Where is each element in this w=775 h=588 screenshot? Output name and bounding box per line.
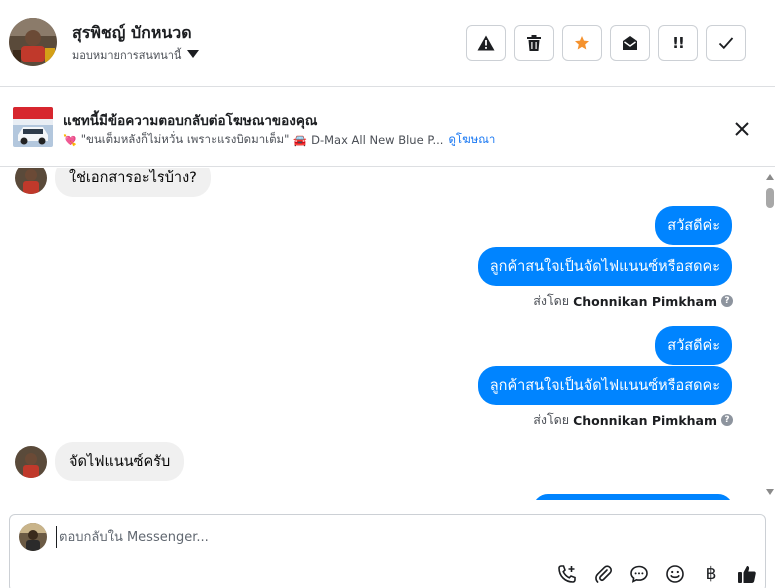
attach-button[interactable] (590, 561, 616, 587)
report-spam-button[interactable] (466, 25, 506, 61)
message-bubble-incoming: ใช่เอกสารอะไรบ้าง? (55, 168, 211, 197)
page-avatar (19, 523, 47, 551)
message-thread: ใช่เอกสารอะไรบ้าง? สวัสดีค่ะ ลูกค้าสนใจเ… (0, 168, 764, 500)
ad-reply-banner: แชทนี้มีข้อความตอบกลับต่อโฆษณาของคุณ 💘 "… (0, 88, 775, 167)
reply-composer: ฿ (9, 514, 766, 588)
star-button[interactable] (562, 25, 602, 61)
sent-by-label: ส่งโดย Chonnikan Pimkham ? (533, 291, 733, 311)
car-emoji-icon: 🚘 (293, 133, 308, 147)
like-button[interactable] (734, 561, 760, 587)
sent-by-prefix: ส่งโดย (533, 293, 570, 308)
sent-by-agent-name: Chonnikan Pimkham (573, 412, 717, 428)
paperclip-icon (595, 565, 612, 583)
sent-by-agent-name: Chonnikan Pimkham (573, 293, 717, 309)
message-bubble-outgoing: ลูกค้าสนใจเป็นจัดไฟแนนซ์หรือสดคะ (477, 247, 732, 286)
sent-by-prefix: ส่งโดย (533, 412, 570, 427)
mark-unread-button[interactable] (610, 25, 650, 61)
incoming-message: ใช่เอกสารอะไรบ้าง? (15, 168, 211, 197)
composer-actions: ฿ (554, 561, 760, 587)
assign-label: มอบหมายการสนทนานี้ (72, 49, 182, 62)
ad-thumbnail[interactable] (13, 107, 53, 147)
check-icon (718, 37, 734, 50)
conversation-toolbar: !! (466, 25, 746, 61)
trash-icon (527, 35, 541, 51)
scroll-down-arrow-icon[interactable] (766, 489, 774, 495)
scrollbar-thumb[interactable] (766, 188, 774, 208)
mark-done-button[interactable] (706, 25, 746, 61)
ad-name: D-Max All New Blue P... (311, 133, 444, 147)
follow-up-button[interactable]: !! (658, 25, 698, 61)
open-envelope-icon (623, 36, 637, 50)
follow-up-icon: !! (672, 34, 685, 52)
ad-quote: "ขนเต็มหลังก็ไม่หวั่น เพราะแรงบิดมาเต็ม" (80, 132, 290, 146)
caret-down-icon (187, 50, 200, 58)
chat-bubble-icon (630, 565, 648, 583)
message-bubble-incoming: จัดไฟแนนซ์ครับ (55, 442, 185, 481)
incoming-message: จัดไฟแนนซ์ครับ (15, 442, 185, 481)
sent-by-label: ส่งโดย Chonnikan Pimkham ? (533, 410, 733, 430)
payment-button[interactable]: ฿ (698, 561, 724, 587)
reply-input[interactable] (56, 526, 656, 548)
message-bubble-outgoing: ลูกค้าสนใจเป็นจัดไฟแนนซ์หรือสดคะ (477, 366, 732, 405)
thread-scrollbar[interactable] (764, 168, 775, 500)
emoji-button[interactable] (662, 561, 688, 587)
saved-replies-button[interactable] (626, 561, 652, 587)
star-icon (575, 36, 589, 50)
contact-avatar[interactable] (9, 18, 57, 66)
contact-name[interactable]: สุรพิชญ์ บักหนวด (72, 21, 192, 46)
message-bubble-outgoing: สวัสดีค่ะ (655, 206, 732, 245)
phone-plus-icon (558, 565, 576, 583)
warning-icon (477, 35, 495, 51)
ad-banner-title: แชทนี้มีข้อความตอบกลับต่อโฆษณาของคุณ (63, 113, 318, 129)
assign-conversation-dropdown[interactable]: มอบหมายการสนทนานี้ (72, 46, 200, 64)
view-ad-link[interactable]: ดูโฆษณา (448, 131, 495, 149)
close-icon[interactable] (732, 119, 752, 139)
call-button[interactable] (554, 561, 580, 587)
heart-emoji-icon: 💘 (63, 133, 77, 147)
delete-button[interactable] (514, 25, 554, 61)
smiley-icon (666, 565, 684, 583)
message-bubble-outgoing: สวัสดีค่ะ (655, 326, 732, 365)
baht-icon: ฿ (705, 564, 717, 584)
help-icon[interactable]: ? (721, 295, 733, 307)
message-bubble-outgoing-partial (533, 494, 733, 500)
conversation-header: สุรพิชญ์ บักหนวด มอบหมายการสนทนานี้ !! (0, 0, 775, 87)
contact-avatar-small (15, 168, 47, 194)
help-icon[interactable]: ? (721, 414, 733, 426)
contact-avatar-small (15, 445, 47, 478)
scroll-up-arrow-icon[interactable] (766, 174, 774, 180)
ad-banner-details: 💘 "ขนเต็มหลังก็ไม่หวั่น เพราะแรงบิดมาเต็… (63, 131, 495, 149)
thumbs-up-icon (738, 566, 756, 583)
